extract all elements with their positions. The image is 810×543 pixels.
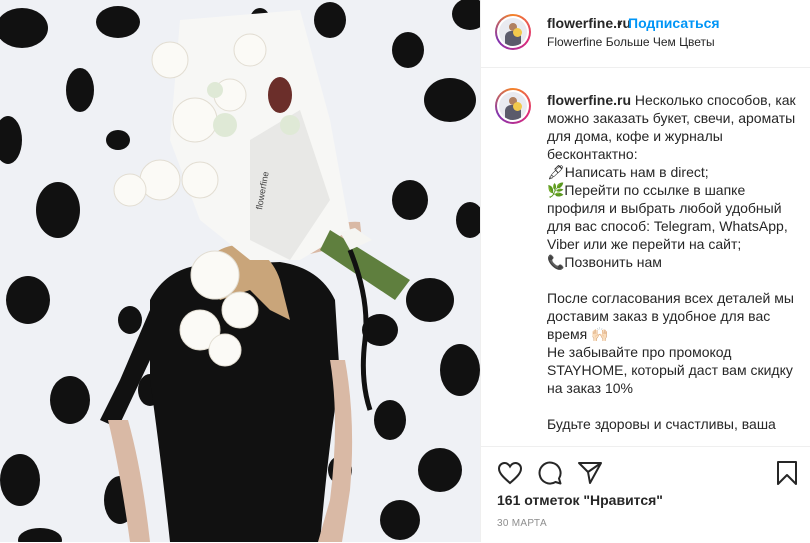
caption-blank-line	[547, 271, 797, 289]
caption-area: flowerfine.ru Несколько способов, как мо…	[481, 68, 810, 446]
post-photo[interactable]: flowerfine	[0, 0, 480, 542]
avatar[interactable]	[495, 14, 531, 50]
caption-text: flowerfine.ru Несколько способов, как мо…	[547, 91, 797, 433]
caption-line: 📞Позвонить нам	[547, 254, 662, 270]
post-sidebar: flowerfine.ru • Подписаться Flowerfine Б…	[480, 0, 810, 542]
actions-bar: 161 отметок "Нравится" 30 МАРТА	[481, 446, 810, 543]
paper-plane-icon[interactable]	[577, 460, 603, 491]
caption-line: Не забывайте про промокод STAYHOME, кото…	[547, 344, 793, 396]
caption-line: После согласования всех деталей мы доста…	[547, 290, 794, 342]
caption-username-link[interactable]: flowerfine.ru	[547, 92, 631, 108]
bouquet-photo: flowerfine	[0, 0, 480, 542]
instagram-post: flowerfine flowerfine.ru • Подписаться F…	[0, 0, 810, 542]
caption-line: 🌿Перейти по ссылке в шапке профиля и выб…	[547, 182, 788, 252]
likes-count[interactable]: 161 отметок "Нравится"	[497, 492, 663, 508]
header-separator-dot: •	[617, 15, 622, 31]
comment-icon[interactable]	[537, 460, 563, 491]
bookmark-icon[interactable]	[776, 460, 798, 491]
caption-line: Будьте здоровы и счастливы, ваша	[547, 416, 776, 432]
caption-avatar[interactable]	[495, 88, 531, 124]
post-header: flowerfine.ru • Подписаться Flowerfine Б…	[481, 0, 810, 68]
heart-icon[interactable]	[497, 461, 523, 490]
caption-blank-line	[547, 397, 797, 415]
caption-line: 🖋Написать нам в direct;	[547, 164, 709, 180]
follow-button[interactable]: Подписаться	[628, 15, 720, 31]
post-date[interactable]: 30 МАРТА	[497, 518, 547, 529]
header-subtitle: Flowerfine Больше Чем Цветы	[547, 35, 715, 49]
